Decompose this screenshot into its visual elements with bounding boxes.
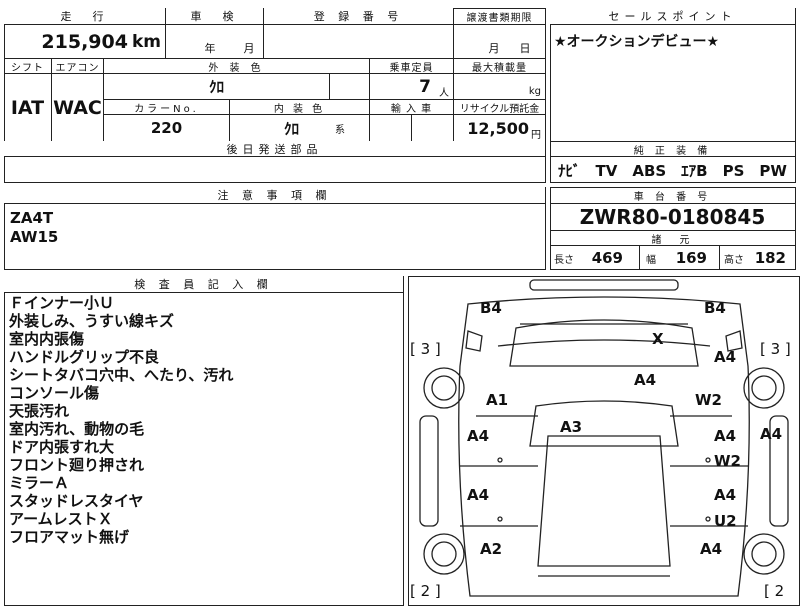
damage-label-bracket-left-bottom: [ 2 ] [410, 582, 441, 600]
inspector-line: フロント廻り押され [9, 456, 145, 474]
recycle-header: リサイクル預託金 [454, 100, 546, 115]
inspector-line: ハンドルグリップ不良 [9, 348, 160, 366]
dimension-height-cell: 高さ 182 [720, 246, 796, 270]
mileage-value-cell: 215,904 km [4, 25, 166, 59]
interior-color-header: 内 装 色 [230, 100, 370, 115]
inspector-line: ミラーＡ [9, 474, 70, 492]
damage-label-a4-rear-right: A4 [700, 540, 723, 558]
damage-label-bracket-right-top: [ 3 ] [760, 340, 791, 358]
height-label: 高さ [724, 254, 744, 266]
damage-label-u2: U2 [714, 512, 737, 530]
color-no-header: カラーNo. [104, 100, 230, 115]
length-value: 469 [591, 249, 623, 267]
inspector-line: アームレストＸ [9, 510, 113, 528]
max-load-unit: kg [454, 74, 546, 100]
notes-line: ZA4T [10, 209, 54, 227]
import-value-right [412, 115, 454, 142]
exterior-color-header: 外 装 色 [104, 59, 370, 74]
interior-color-suffix: 系 [335, 124, 345, 136]
import-header: 輸 入 車 [370, 100, 454, 115]
inspector-line: 天張汚れ [9, 402, 70, 420]
max-load-header: 最大積載量 [454, 59, 546, 74]
exterior-color-value: ｸﾛ [104, 74, 330, 100]
shaken-value-cell: 年 月 [166, 25, 264, 59]
dimensions-header: 諸 元 [550, 231, 796, 246]
damage-label-b4-left: B4 [480, 299, 502, 317]
inspector-line: 室内汚れ、動物の毛 [9, 420, 145, 438]
chassis-number: ZWR80-0180845 [550, 204, 796, 231]
capacity-value: 7 [419, 76, 431, 97]
exterior-color-extra [330, 74, 370, 100]
registration-header: 登 録 番 号 [264, 8, 454, 25]
inspector-line: 室内内張傷 [9, 330, 85, 348]
registration-value-cell [264, 25, 454, 59]
shaken-month-unit: 月 [243, 42, 255, 55]
width-value: 169 [675, 249, 707, 267]
interior-color-value: ｸﾛ [283, 119, 299, 138]
damage-label-b4-right: B4 [704, 299, 726, 317]
mileage-header: 走 行 [4, 8, 166, 25]
damage-label-a4-side-right: A4 [760, 425, 783, 443]
equipment-header: 純 正 装 備 [550, 141, 796, 157]
notes-header: 注 意 事 項 欄 [4, 187, 546, 204]
inspector-lines: Ｆインナー小Ｕ 外装しみ、うすい線キズ 室内内張傷 ハンドルグリップ不良 シート… [9, 294, 233, 546]
transfer-value-cell: 月 日 [454, 25, 546, 59]
recycle-fee-unit: 円 [531, 130, 541, 141]
inspector-line: 外装しみ、うすい線キズ [9, 312, 175, 330]
damage-label-w2-right: W2 [695, 391, 722, 409]
damage-label-a4-hood: A4 [634, 371, 657, 389]
transfer-day-unit: 日 [519, 42, 531, 55]
interior-color-cell: ｸﾛ 系 [230, 115, 370, 142]
sales-point-text: ★オークションデビュー★ [554, 34, 720, 50]
inspector-line: フロアマット無げ [9, 528, 130, 546]
height-value: 182 [754, 249, 786, 267]
damage-label-a4-left-door1: A4 [467, 427, 490, 445]
damage-label-a3: A3 [560, 418, 583, 436]
mileage-value: 215,904 [41, 30, 128, 53]
dimension-length-cell: 長さ 469 [550, 246, 640, 270]
inspector-line: Ｆインナー小Ｕ [9, 294, 115, 312]
capacity-value-cell: 7 人 [370, 74, 454, 100]
damage-label-a4-right-door1: A4 [714, 427, 737, 445]
aircon-header: エアコン [52, 59, 104, 74]
later-parts-header: 後日発送部品 [4, 141, 546, 157]
transfer-deadline-header: 譲渡書類期限 [454, 8, 546, 25]
shift-value: IAT [4, 74, 52, 142]
length-label: 長さ [554, 254, 574, 266]
shaken-year-unit: 年 [204, 42, 216, 55]
shaken-header: 車 検 [166, 8, 264, 25]
mileage-unit: km [131, 31, 161, 52]
equipment-items: ﾅﾋﾞ TV ABS ｴｱB PS PW [558, 162, 787, 180]
color-no-value: 220 [104, 115, 230, 142]
sales-point-header: セールスポイント [550, 8, 796, 25]
shift-header: シフト [4, 59, 52, 74]
damage-label-a2: A2 [480, 540, 503, 558]
recycle-fee-value: 12,500 [467, 118, 529, 138]
width-label: 幅 [646, 254, 656, 266]
damage-label-a1: A1 [486, 391, 509, 409]
capacity-header: 乗車定員 [370, 59, 454, 74]
damage-label-a4-right-front: A4 [714, 348, 737, 366]
damage-label-a4-left-door2: A4 [467, 486, 490, 504]
notes-line: AW15 [10, 228, 59, 246]
dimension-width-cell: 幅 169 [640, 246, 720, 270]
damage-label-x: X [652, 330, 664, 348]
damage-label-a4-right-door2: A4 [714, 486, 737, 504]
inspector-line: ドア内張すれ大 [9, 438, 115, 456]
inspector-line: シートタバコ穴中、へたり、汚れ [9, 366, 234, 384]
damage-label-w2-door: W2 [714, 452, 741, 470]
inspector-line: コンソール傷 [9, 384, 100, 402]
inspector-header: 検 査 員 記 入 欄 [4, 276, 404, 293]
transfer-month-unit: 月 [488, 42, 500, 55]
recycle-value-cell: 12,500 円 [454, 115, 546, 142]
capacity-unit: 人 [439, 88, 449, 99]
inspector-line: スタッドレスタイヤ [9, 492, 144, 510]
import-value-left [370, 115, 412, 142]
chassis-header: 車 台 番 号 [550, 187, 796, 204]
damage-label-bracket-right-bottom: [ 2 [764, 582, 785, 600]
aircon-value: WAC [52, 74, 104, 142]
damage-label-bracket-left-top: [ 3 ] [410, 340, 441, 358]
